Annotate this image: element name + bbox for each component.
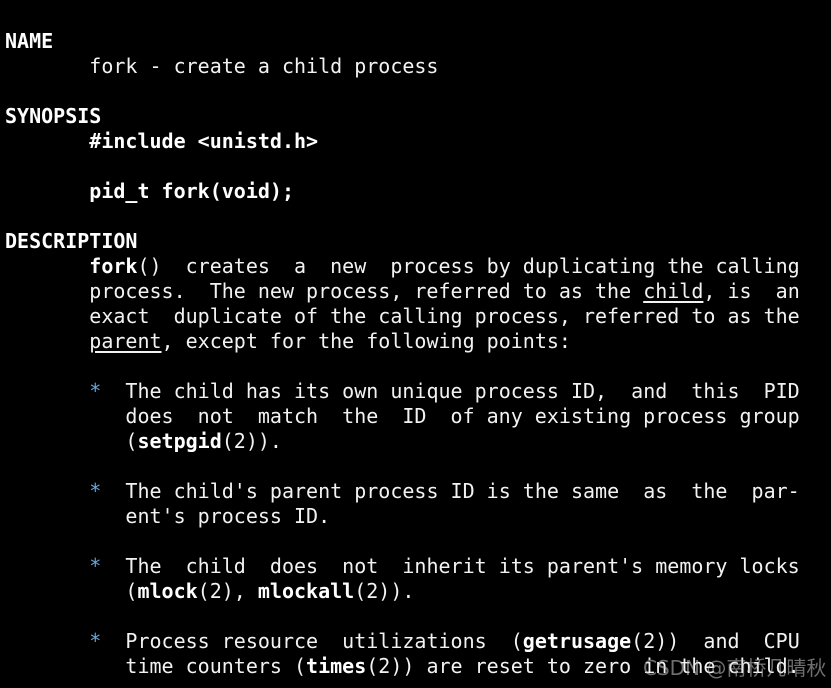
terminal-line: DESCRIPTION <box>5 229 800 254</box>
text-segment: fork - create a child process <box>5 54 439 78</box>
text-segment <box>5 554 89 578</box>
text-segment: The child's parent process ID is the sam… <box>101 479 800 503</box>
text-segment: time counters ( <box>5 654 307 678</box>
bold-text: pid_t fork(void); <box>89 179 294 203</box>
terminal-line: * The child does not inherit its parent'… <box>5 554 800 579</box>
terminal-line: (mlock(2), mlockall(2)). <box>5 579 800 604</box>
terminal-line: pid_t fork(void); <box>5 179 800 204</box>
underlined-term: parent <box>89 329 162 353</box>
terminal-line: #include <unistd.h> <box>5 129 800 154</box>
bold-text: DESCRIPTION <box>5 229 138 253</box>
text-segment: process. The new process, referred to as… <box>5 279 644 303</box>
bold-text: getrusage <box>522 629 632 653</box>
watermark: CSDN @南桥几晴秋 <box>643 656 827 680</box>
terminal-line: exact duplicate of the calling process, … <box>5 304 800 329</box>
terminal-line: * The child's parent process ID is the s… <box>5 479 800 504</box>
bullet-icon: * <box>89 479 102 503</box>
text-segment: (2)). <box>221 429 282 453</box>
underlined-term: child <box>643 279 704 303</box>
terminal-line: fork() creates a new process by duplicat… <box>5 254 800 279</box>
text-segment: The child does not inherit its parent's … <box>101 554 800 578</box>
bold-text: NAME <box>5 29 54 53</box>
text-segment <box>5 254 89 278</box>
man-page-content: NAME fork - create a child process SYNOPS… <box>5 29 800 679</box>
text-segment <box>5 379 89 403</box>
text-segment <box>5 129 89 153</box>
terminal-line: (setpgid(2)). <box>5 429 800 454</box>
text-segment <box>5 629 89 653</box>
text-segment: The child has its own unique process ID,… <box>101 379 800 403</box>
text-segment: exact duplicate of the calling process, … <box>5 304 800 328</box>
terminal-line: parent, except for the following points: <box>5 329 800 354</box>
terminal-window[interactable]: NAME fork - create a child process SYNOPS… <box>0 0 831 688</box>
text-segment: ( <box>5 429 138 453</box>
text-segment <box>5 179 89 203</box>
terminal-line: * Process resource utilizations (getrusa… <box>5 629 800 654</box>
terminal-line: does not match the ID of any existing pr… <box>5 404 800 429</box>
bold-text: SYNOPSIS <box>5 104 102 128</box>
text-segment: () creates a new process by duplicating … <box>137 254 800 278</box>
terminal-line: SYNOPSIS <box>5 104 800 129</box>
text-segment: ent's process ID. <box>5 504 331 528</box>
bold-text: times <box>306 654 367 678</box>
bold-text: mlockall <box>257 579 355 603</box>
bullet-icon: * <box>89 379 102 403</box>
terminal-line: process. The new process, referred to as… <box>5 279 800 304</box>
text-segment <box>5 329 89 353</box>
text-segment: (2)). <box>354 579 415 603</box>
bold-text: mlock <box>137 579 198 603</box>
text-segment: (2)) and CPU <box>631 629 800 653</box>
bullet-icon: * <box>89 554 102 578</box>
text-segment: Process resource utilizations ( <box>101 629 523 653</box>
text-segment: , is an <box>703 279 800 303</box>
terminal-line: * The child has its own unique process I… <box>5 379 800 404</box>
terminal-line: NAME <box>5 29 800 54</box>
text-segment: does not match the ID of any existing pr… <box>5 404 800 428</box>
bold-text: fork <box>89 254 138 278</box>
text-segment <box>5 479 89 503</box>
terminal-line: fork - create a child process <box>5 54 800 79</box>
text-segment: ( <box>5 579 138 603</box>
bold-text: setpgid <box>137 429 222 453</box>
text-segment: , except for the following points: <box>161 329 571 353</box>
text-segment: (2), <box>197 579 258 603</box>
bold-text: #include <unistd.h> <box>89 129 319 153</box>
terminal-line: ent's process ID. <box>5 504 800 529</box>
bullet-icon: * <box>89 629 102 653</box>
